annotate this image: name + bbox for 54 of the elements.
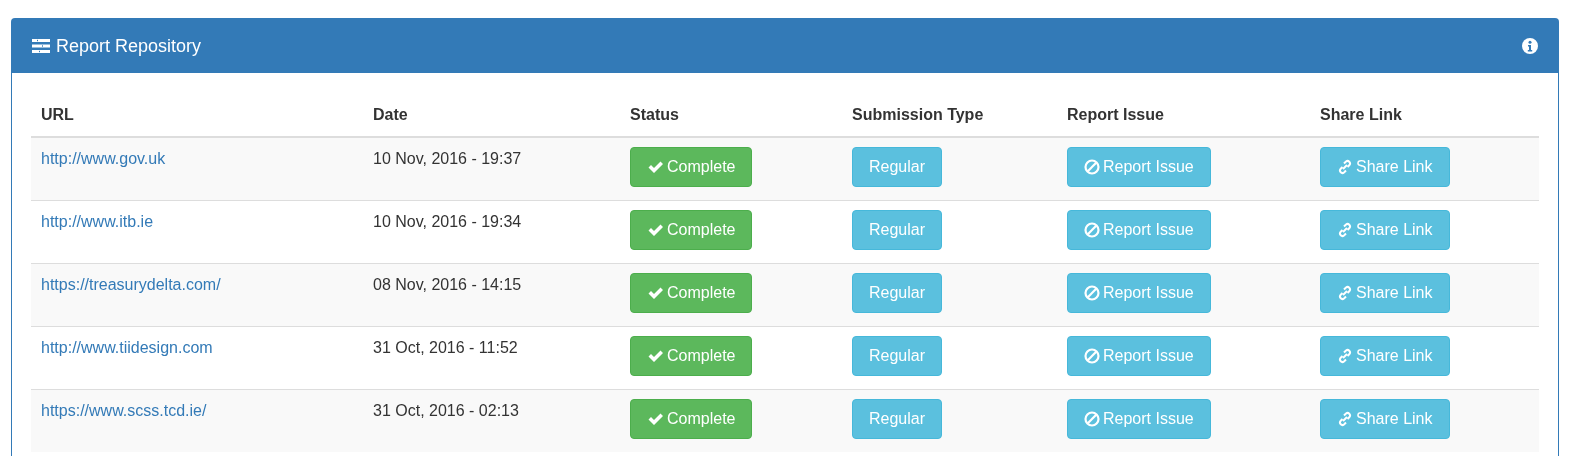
column-header: Status bbox=[630, 106, 679, 123]
status-button[interactable]: Complete bbox=[630, 147, 753, 187]
date-text: 10 Nov, 2016 - 19:34 bbox=[373, 213, 522, 231]
share-link-button[interactable]: Share Link bbox=[1320, 147, 1450, 187]
column-header: URL bbox=[41, 106, 74, 123]
status-button[interactable]: Complete bbox=[630, 273, 753, 313]
column-header: Share Link bbox=[1320, 106, 1402, 123]
report-issue-button[interactable]: Report Issue bbox=[1067, 273, 1211, 313]
submission-type-button[interactable]: Regular bbox=[852, 399, 943, 439]
status-button[interactable]: Complete bbox=[630, 210, 753, 250]
share-link-button[interactable]: Share Link bbox=[1320, 273, 1450, 313]
date-text: 31 Oct, 2016 - 02:13 bbox=[373, 402, 519, 420]
panel-title: Report Repository bbox=[56, 35, 203, 57]
ban-icon bbox=[1084, 222, 1100, 238]
check-icon bbox=[647, 160, 664, 174]
link-icon bbox=[1337, 159, 1353, 175]
column-header: Report Issue bbox=[1067, 106, 1164, 123]
link-icon bbox=[1337, 222, 1353, 238]
report-issue-button[interactable]: Report Issue bbox=[1067, 147, 1211, 187]
link-icon bbox=[1337, 285, 1353, 301]
status-button[interactable]: Complete bbox=[630, 336, 753, 376]
share-link-button[interactable]: Share Link bbox=[1320, 399, 1450, 439]
link-icon bbox=[1337, 411, 1353, 427]
list-icon bbox=[32, 39, 50, 53]
submission-type-button[interactable]: Regular bbox=[852, 147, 943, 187]
column-header: Submission Type bbox=[852, 106, 984, 123]
submission-type-button[interactable]: Regular bbox=[852, 336, 943, 376]
url-link[interactable]: https://treasurydelta.com/ bbox=[41, 276, 221, 294]
report-issue-button[interactable]: Report Issue bbox=[1067, 210, 1211, 250]
link-icon bbox=[1337, 348, 1353, 364]
url-link[interactable]: https://www.scss.tcd.ie/ bbox=[41, 402, 207, 420]
date-text: 08 Nov, 2016 - 14:15 bbox=[373, 276, 522, 294]
check-icon bbox=[647, 412, 664, 426]
ban-icon bbox=[1084, 348, 1100, 364]
ban-icon bbox=[1084, 159, 1100, 175]
url-link[interactable]: http://www.gov.uk bbox=[41, 150, 166, 168]
url-link[interactable]: http://www.tiidesign.com bbox=[41, 339, 213, 357]
share-link-button[interactable]: Share Link bbox=[1320, 210, 1450, 250]
date-text: 31 Oct, 2016 - 11:52 bbox=[373, 339, 518, 357]
ban-icon bbox=[1084, 285, 1100, 301]
submission-type-button[interactable]: Regular bbox=[852, 210, 943, 250]
share-link-button[interactable]: Share Link bbox=[1320, 336, 1450, 376]
ban-icon bbox=[1084, 411, 1100, 427]
check-icon bbox=[647, 286, 664, 300]
info-icon[interactable] bbox=[1522, 38, 1538, 54]
status-button[interactable]: Complete bbox=[630, 399, 753, 439]
check-icon bbox=[647, 223, 664, 237]
url-link[interactable]: http://www.itb.ie bbox=[41, 213, 154, 231]
check-icon bbox=[647, 349, 664, 363]
column-header: Date bbox=[373, 106, 408, 123]
submission-type-button[interactable]: Regular bbox=[852, 273, 943, 313]
date-text: 10 Nov, 2016 - 19:37 bbox=[373, 150, 522, 168]
report-issue-button[interactable]: Report Issue bbox=[1067, 399, 1211, 439]
report-issue-button[interactable]: Report Issue bbox=[1067, 336, 1211, 376]
